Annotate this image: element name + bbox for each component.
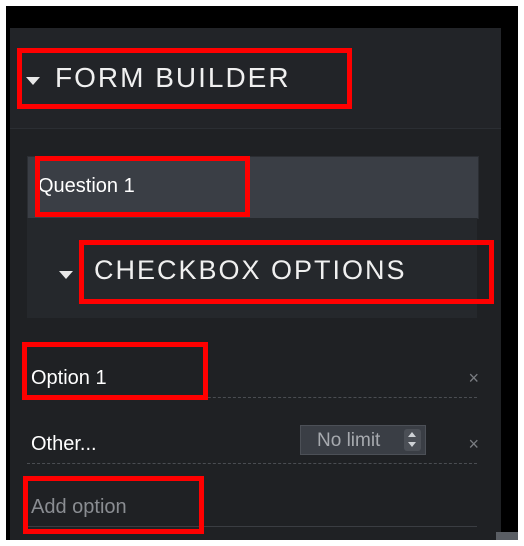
highlight-box [22, 342, 208, 400]
form-builder-frame: FORM BUILDER Question 1 CHECKBOX OPTIONS… [6, 6, 518, 540]
highlight-box [17, 48, 352, 109]
limit-value: No limit [317, 430, 381, 451]
highlight-box [23, 476, 204, 534]
remove-other-icon[interactable]: × [468, 435, 479, 453]
highlight-box [35, 156, 250, 217]
limit-stepper[interactable]: No limit [300, 425, 426, 455]
option-row-other[interactable]: Other... No limit × [27, 425, 479, 464]
remove-option-icon[interactable]: × [468, 369, 479, 387]
scrollbar-thumb[interactable] [496, 532, 518, 540]
other-option-input[interactable]: Other... [31, 433, 97, 456]
caret-down-icon[interactable] [59, 271, 73, 279]
highlight-box [79, 240, 494, 304]
stepper-arrows-icon[interactable] [404, 429, 421, 451]
